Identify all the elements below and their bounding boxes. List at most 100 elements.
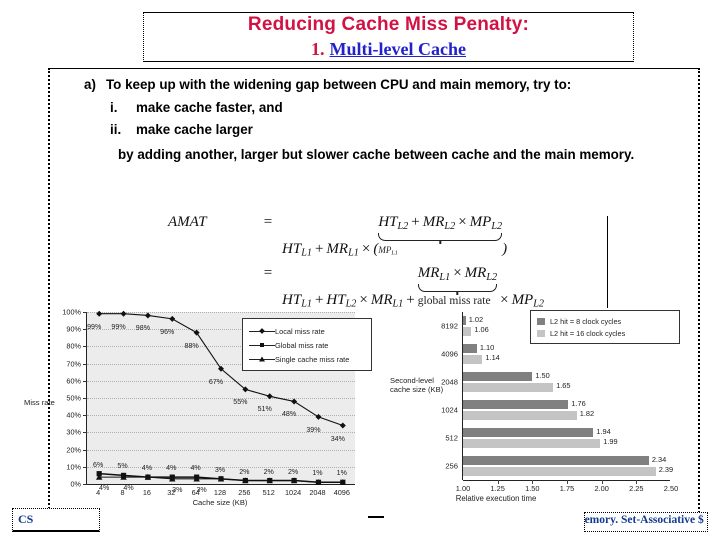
- footer-left-box: CS: [12, 508, 100, 532]
- x-axis-tick: 1024: [284, 488, 302, 497]
- bar: [463, 316, 466, 325]
- bar-value-label: 1.02: [468, 314, 484, 324]
- bar-value-label: 1.94: [596, 426, 611, 436]
- x-axis-tick: 2048: [309, 488, 326, 497]
- legend-swatch-dark-icon: [537, 317, 545, 325]
- bar: [463, 438, 601, 448]
- x-axis-tick: 512: [262, 488, 275, 497]
- x-axis-tick: 2.00: [594, 484, 609, 493]
- underbrace-2: [417, 283, 498, 292]
- data-label: 48%: [281, 410, 297, 419]
- x-tick-mark: [497, 480, 499, 484]
- y-axis-tick: 10%: [66, 462, 81, 472]
- x-tick-mark: [567, 480, 568, 484]
- title-number: 1.: [311, 39, 325, 59]
- legend-item: L2 hit = 8 clock cycles: [537, 315, 673, 327]
- x-axis-tick: 2.50: [663, 484, 679, 493]
- data-label: 4%: [99, 484, 110, 493]
- x-axis-tick: 1.00: [455, 484, 471, 493]
- bar-value-label: 1.50: [535, 370, 550, 380]
- y-axis-tick: 90%: [66, 324, 81, 334]
- y-axis-tick: 70%: [66, 359, 81, 369]
- x-tick-mark: [601, 480, 603, 484]
- bar-value-label: 1.65: [556, 381, 571, 390]
- bullet-text-i: make cache faster, and: [136, 99, 283, 115]
- footer-dash: [368, 516, 384, 518]
- y-axis-tick: 20%: [66, 445, 81, 455]
- bar: [463, 326, 472, 336]
- footer-left-text: CS: [18, 512, 34, 526]
- data-label: 2%: [287, 467, 299, 476]
- y-axis-tick: 40%: [66, 410, 81, 420]
- title-subline: 1. Multi-level Cache: [144, 37, 633, 61]
- data-label: 5%: [117, 462, 128, 471]
- slide-canvas: Reducing Cache Miss Penalty: 1. Multi-le…: [0, 0, 720, 540]
- bar: [463, 382, 554, 392]
- slide-title-box: Reducing Cache Miss Penalty: 1. Multi-le…: [143, 12, 634, 62]
- list-item: a) To keep up with the widening gap betw…: [84, 76, 684, 95]
- bar: [463, 400, 569, 409]
- bullet-text-ii: make cache larger: [136, 122, 253, 137]
- bar-category-label: 512: [445, 433, 458, 443]
- bar: [463, 372, 533, 381]
- underbrace-1: [378, 232, 503, 241]
- bullet-list: a) To keep up with the widening gap betw…: [84, 76, 684, 164]
- footer-right-text: memory. Set-Associative $: [584, 514, 704, 526]
- data-label: 3%: [214, 465, 226, 474]
- underbrace-label-1: MPL1: [378, 244, 398, 257]
- bar-chart-legend: L2 hit = 8 clock cycles L2 hit = 16 cloc…: [530, 310, 680, 344]
- data-label: 1%: [312, 469, 323, 478]
- legend-label: Global miss rate: [275, 340, 329, 350]
- bar-value-label: 1.82: [579, 409, 595, 418]
- bullet-marker-a: a): [84, 77, 96, 92]
- data-label: 4%: [190, 464, 201, 473]
- y-tick-mark: [83, 484, 87, 485]
- data-label: 88%: [184, 341, 199, 350]
- data-label: 3%: [196, 485, 207, 494]
- x-axis-tick: 1.75: [559, 484, 575, 493]
- data-label: 34%: [330, 434, 345, 443]
- data-label: 99%: [87, 322, 102, 331]
- equation-rhs-1: HTL1 + MRL1 × (HTL2 + MRL2 × MPL2 MPL1): [282, 214, 508, 259]
- list-item: ii. make cache larger: [110, 121, 684, 140]
- legend-label: Single cache miss rate: [275, 354, 350, 364]
- legend-label: L2 hit = 16 clock cycles: [550, 328, 626, 338]
- data-label: 2%: [239, 467, 250, 476]
- bar-value-label: 1.76: [571, 398, 586, 408]
- y-axis-tick: 0%: [70, 479, 81, 489]
- line-chart-legend: Local miss rate Global miss rate Single …: [242, 318, 372, 371]
- bar: [463, 466, 656, 476]
- bar-value-label: 1.14: [485, 353, 500, 362]
- x-axis-tick: 2.25: [629, 484, 644, 493]
- diamond-marker-icon: [249, 326, 275, 336]
- x-tick-mark: [636, 480, 638, 484]
- title-link[interactable]: Multi-level Cache: [330, 39, 466, 59]
- bar: [463, 344, 477, 353]
- line-chart-ylabel: Miss rate: [24, 398, 55, 407]
- bar-chart-xlabel: Relative execution time: [455, 494, 537, 503]
- data-label: 99%: [111, 322, 126, 331]
- bar: [463, 410, 577, 420]
- data-label: 4%: [166, 464, 177, 473]
- page-title: Reducing Cache Miss Penalty:: [247, 14, 530, 35]
- bullet-marker-ii: ii.: [110, 122, 122, 137]
- data-label: 55%: [233, 398, 248, 407]
- equation-block: AMAT = HTL1 + MRL1 × (HTL2 + MRL2 × MPL2 MPL1) = …: [168, 214, 588, 309]
- x-axis-tick: 1.50: [525, 484, 540, 493]
- legend-label: L2 hit = 8 clock cycles: [550, 316, 622, 326]
- bar: [463, 456, 649, 465]
- bar: [463, 428, 594, 437]
- legend-item: Single cache miss rate: [249, 352, 365, 366]
- data-label: 51%: [257, 405, 272, 414]
- data-label: 96%: [160, 327, 175, 336]
- bar-category-label: 8192: [441, 321, 458, 331]
- line-chart-xlabel: Cache size (KB): [192, 498, 248, 507]
- bullet-closing-text: by adding another, larger but slower cac…: [118, 146, 635, 162]
- bar-value-label: 1.99: [603, 437, 618, 446]
- y-axis-tick: 100%: [62, 307, 81, 317]
- legend-item: L2 hit = 16 clock cycles: [537, 327, 673, 339]
- y-axis-tick: 80%: [66, 341, 81, 351]
- data-label: 67%: [208, 377, 224, 386]
- bar-chart-relative-exec-time: Second-level cache size (KB) 8192 1.02 1.0…: [390, 302, 716, 532]
- legend-label: Local miss rate: [275, 326, 325, 336]
